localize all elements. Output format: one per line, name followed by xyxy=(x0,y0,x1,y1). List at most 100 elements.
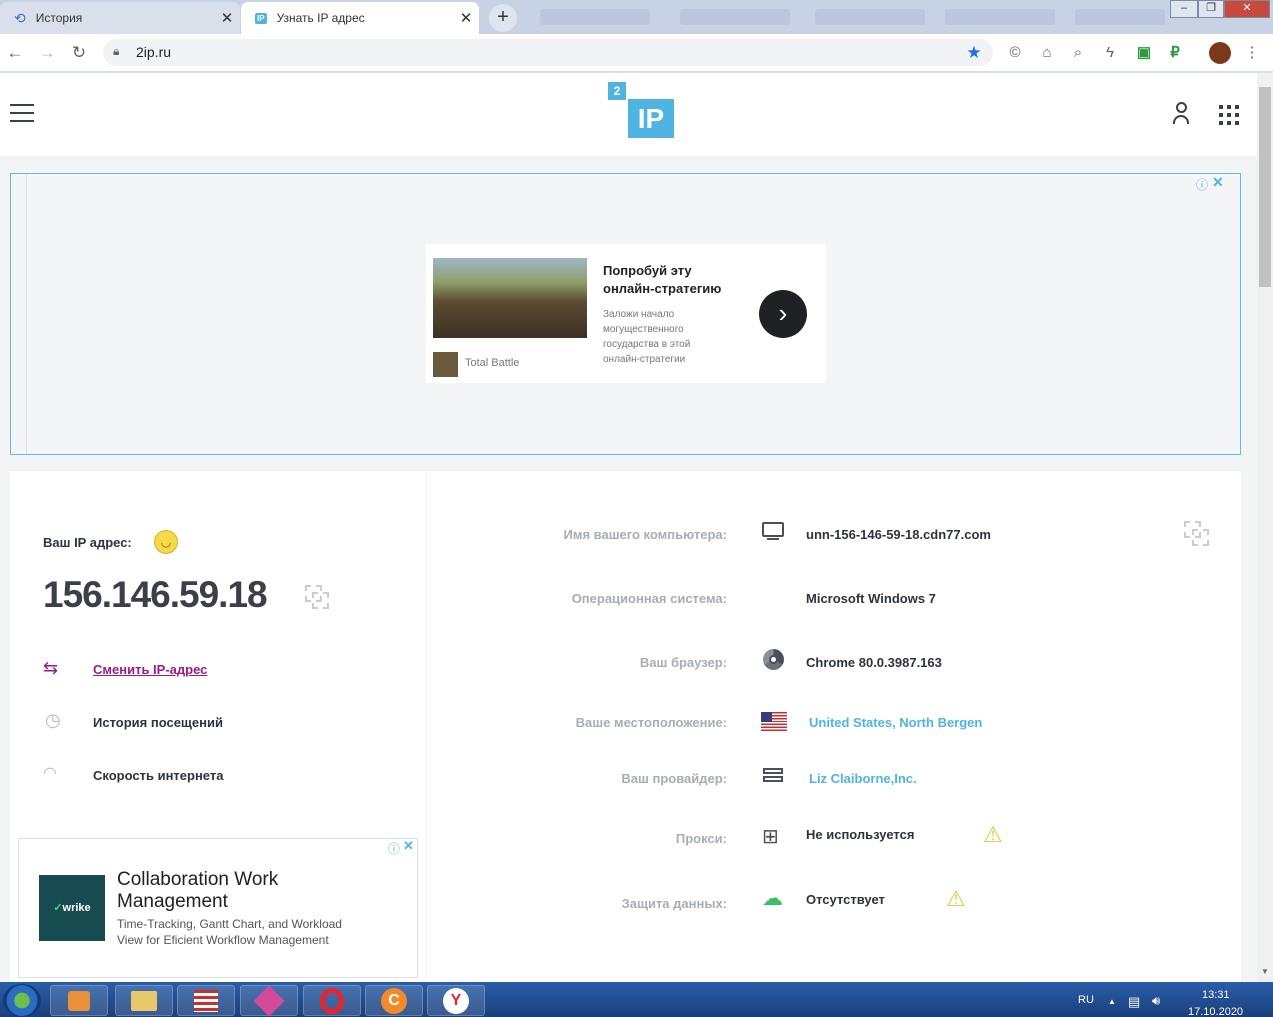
info-label: Операционная система: xyxy=(571,591,727,606)
extension-c-icon[interactable]: © xyxy=(1005,43,1025,63)
wrike-brand: wrike xyxy=(62,902,91,914)
info-label: Ваше местоположение: xyxy=(575,715,727,730)
ad-title[interactable]: Попробуй эту онлайн-стратегию xyxy=(603,262,743,298)
network-icon: ⊞ xyxy=(762,826,779,848)
clock-date[interactable]: 17.10.2020 xyxy=(1188,1006,1243,1017)
close-icon[interactable]: ✕ xyxy=(214,9,240,27)
clock-time[interactable]: 13:31 xyxy=(1202,989,1230,1001)
taskbar-explorer-icon[interactable] xyxy=(115,985,173,1016)
info-label: Защита данных: xyxy=(621,896,727,911)
wrike-title[interactable]: Collaboration Work Management xyxy=(117,869,377,913)
ad-info-icon[interactable]: ⓘ xyxy=(1196,176,1208,193)
home-icon[interactable]: ⌂ xyxy=(1037,43,1057,63)
warning-icon[interactable]: ⚠ xyxy=(946,886,966,912)
vpn-extension-icon[interactable]: ▣ xyxy=(1134,43,1154,63)
tab-history[interactable]: ⟲ История ✕ xyxy=(0,2,240,34)
taskbar-ccleaner-icon[interactable]: C xyxy=(365,985,423,1016)
copy-icon[interactable] xyxy=(305,585,330,610)
ad-close-icon[interactable]: ✕ xyxy=(1212,174,1224,191)
menu-dots-icon[interactable]: ⋮ xyxy=(1242,43,1262,63)
ad-info-icon[interactable]: ⓘ xyxy=(388,840,400,857)
network-tray-icon[interactable]: ▤ xyxy=(1128,994,1140,1010)
copy-icon[interactable] xyxy=(1184,521,1210,547)
info-value: unn-156-146-59-18.cdn77.com xyxy=(806,527,991,542)
taskbar-media-icon[interactable] xyxy=(50,985,108,1016)
tab-title: История xyxy=(35,11,83,25)
favicon-icon: IP xyxy=(255,12,267,24)
profile-avatar[interactable] xyxy=(1209,42,1231,64)
reload-icon[interactable]: ↻ xyxy=(69,43,89,63)
provider-link[interactable]: Liz Claiborne,Inc. xyxy=(809,771,917,786)
ip-address: 156.146.59.18 xyxy=(43,574,268,615)
lightning-icon[interactable]: ϟ xyxy=(1100,43,1120,63)
taskbar-opera-icon[interactable] xyxy=(303,985,361,1016)
blurred-tab xyxy=(540,9,650,25)
start-button[interactable] xyxy=(3,984,41,1017)
cloud-lock-icon: ☁ xyxy=(762,887,783,910)
ad-close-icon[interactable]: ✕ xyxy=(403,838,414,854)
change-ip-icon[interactable]: ⇆ xyxy=(43,658,58,679)
url-text[interactable]: 2ip.ru xyxy=(136,44,171,60)
address-bar[interactable] xyxy=(103,39,993,66)
user-icon[interactable] xyxy=(1171,102,1191,126)
info-value: Chrome 80.0.3987.163 xyxy=(806,655,942,670)
location-link[interactable]: United States, North Bergen xyxy=(809,715,982,730)
monitor-stand xyxy=(767,538,779,540)
apps-grid-icon[interactable] xyxy=(1219,105,1239,125)
history-icon: ⟲ xyxy=(14,9,26,26)
search-icon[interactable]: ⌕ xyxy=(1068,43,1088,63)
history-link[interactable]: История посещений xyxy=(93,715,223,730)
info-label: Ваш провайдер: xyxy=(621,771,727,786)
warning-icon[interactable]: ⚠ xyxy=(983,822,1003,848)
us-flag-icon xyxy=(761,712,787,731)
back-icon[interactable]: ← xyxy=(5,43,25,63)
minimize-button[interactable]: – xyxy=(1170,0,1198,18)
server-icon xyxy=(763,768,783,788)
lock-icon: 🔒︎ xyxy=(113,44,120,58)
ad-divider xyxy=(26,174,27,454)
new-tab-button[interactable]: + xyxy=(489,4,517,32)
speed-icon[interactable]: ◠ xyxy=(43,763,57,783)
taskbar-gem-icon[interactable] xyxy=(240,985,298,1017)
blurred-tab xyxy=(1075,9,1165,25)
ruble-icon[interactable]: ₽ xyxy=(1165,43,1185,63)
monitor-icon xyxy=(762,522,784,537)
ip-label: Ваш IP адрес: xyxy=(43,535,132,550)
tray-arrow-icon[interactable]: ▲ xyxy=(1108,997,1116,1006)
blurred-tab xyxy=(815,9,925,25)
info-label: Имя вашего компьютера: xyxy=(563,527,727,542)
smiley-icon: ◡ xyxy=(154,530,178,554)
window-close-button[interactable]: ✕ xyxy=(1224,0,1270,18)
info-value: Отсутствует xyxy=(806,892,885,907)
ad-advertiser: Total Battle xyxy=(465,357,520,369)
speed-link[interactable]: Скорость интернета xyxy=(93,768,223,783)
tab-ip[interactable]: IP Узнать IP адрес ✕ xyxy=(241,2,479,34)
language-indicator[interactable]: RU xyxy=(1078,994,1094,1006)
ad-image xyxy=(433,258,587,338)
ad-arrow-button[interactable]: › xyxy=(759,290,807,338)
hamburger-menu-icon[interactable] xyxy=(10,104,34,122)
bookmark-star-icon[interactable]: ★ xyxy=(964,43,984,63)
info-label: Прокси: xyxy=(675,831,727,846)
close-icon[interactable]: ✕ xyxy=(453,9,479,27)
history-icon[interactable]: ◷ xyxy=(45,710,61,731)
taskbar-app-icon[interactable] xyxy=(177,985,235,1016)
change-ip-link[interactable]: Сменить IP-адрес xyxy=(93,662,207,677)
info-label: Ваш браузер: xyxy=(639,655,727,670)
advertiser-logo xyxy=(433,352,458,377)
wrike-logo: ✓wrike xyxy=(39,875,105,941)
logo-badge: 2 xyxy=(608,82,626,100)
tab-title: Узнать IP адрес xyxy=(276,11,365,25)
blurred-tab xyxy=(680,9,790,25)
site-logo[interactable]: IP xyxy=(628,99,674,138)
chrome-icon xyxy=(763,649,784,670)
scrollbar-thumb[interactable] xyxy=(1259,87,1271,287)
ad-description: Заложи начало могущественного государств… xyxy=(603,309,691,365)
volume-icon[interactable]: 🔊︎ xyxy=(1152,993,1160,1009)
forward-icon[interactable]: → xyxy=(37,43,57,63)
taskbar-yandex-icon[interactable]: Y xyxy=(427,985,485,1016)
scroll-down-icon[interactable]: ▼ xyxy=(1261,967,1269,976)
info-value: Microsoft Windows 7 xyxy=(806,591,936,606)
info-value: Не используется xyxy=(806,827,915,842)
maximize-button[interactable]: ❐ xyxy=(1198,0,1224,18)
